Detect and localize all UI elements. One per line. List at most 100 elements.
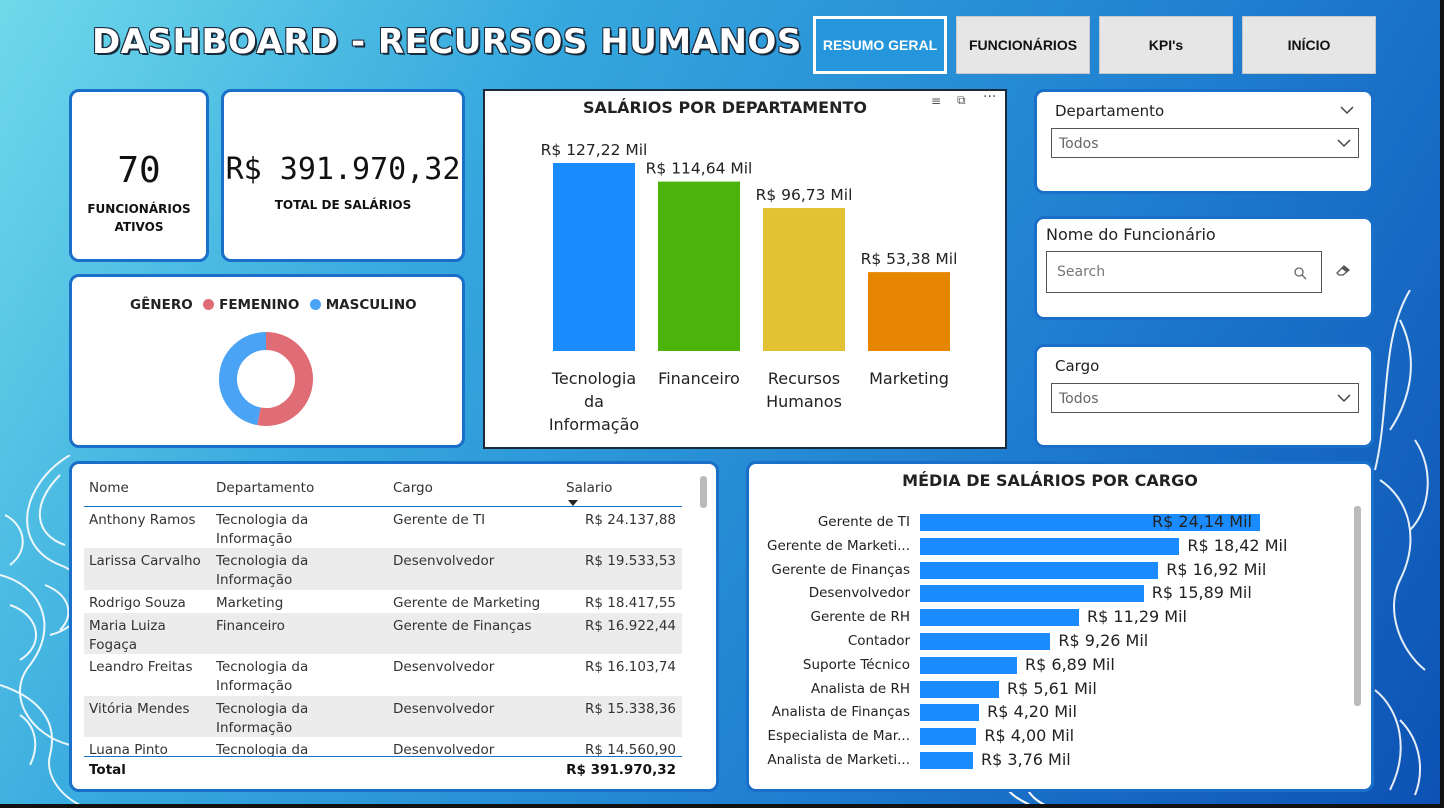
cell-cargo: Gerente de Marketing <box>393 595 541 611</box>
employees-table-card: Nome Departamento Cargo Salario Anthony … <box>69 461 719 792</box>
cell-departamento: Tecnologia da Informação <box>216 701 309 736</box>
table-row[interactable]: Vitória Mendes Tecnologia da Informação Des… <box>84 696 682 737</box>
dept-bar[interactable] <box>763 208 845 351</box>
dept-category-label: Humanos <box>766 392 842 411</box>
table-row[interactable]: Anthony Ramos Tecnologia da Informação Gere… <box>84 507 682 548</box>
cargo-bar[interactable] <box>920 728 977 746</box>
cargo-bar-value-label: R$ 4,00 Mil <box>984 726 1075 746</box>
departamento-slicer: Departamento Todos <box>1034 89 1374 194</box>
nav-resumo-geral-button[interactable]: RESUMO GERAL <box>813 16 947 74</box>
cargo-bar-value-label: R$ 16,92 Mil <box>1166 559 1267 579</box>
col-header-cargo[interactable]: Cargo <box>393 479 433 498</box>
departamento-dropdown-value: Todos <box>1059 136 1099 152</box>
dept-bar-value-label: R$ 127,22 Mil <box>541 141 648 159</box>
table-scrollbar[interactable] <box>700 476 707 508</box>
dept-category-label: Recursos <box>768 369 840 388</box>
cell-nome: Anthony Ramos <box>89 512 196 528</box>
cargo-bar[interactable] <box>920 752 973 769</box>
cargo-category-label: Gerente de TI <box>817 514 910 530</box>
cell-nome: Larissa Carvalho <box>89 553 201 569</box>
kpi-card-salarios: R$ 391.970,32 TOTAL DE SALÁRIOS <box>221 89 465 262</box>
cargo-category-label: Especialista de Mar... <box>767 728 910 745</box>
dashboard-canvas: DASHBOARD - RECURSOS HUMANOS RESUMO GERA… <box>0 0 1440 804</box>
cargo-category-label: Analista de Marketi... <box>767 752 910 768</box>
table-header-row: Nome Departamento Cargo Salario <box>84 474 682 507</box>
cell-departamento: Tecnologia da Informação <box>216 553 309 588</box>
total-value: R$ 391.970,32 <box>566 762 676 778</box>
gender-legend: GÊNERO FEMENINO MASCULINO <box>130 297 417 313</box>
nav-inicio-button[interactable]: INÍCIO <box>1242 16 1376 74</box>
table-row[interactable]: Maria Luiza Fogaça Financeiro Gerente de Fi… <box>84 613 682 654</box>
cargo-category-label: Contador <box>847 633 910 649</box>
departamento-dropdown[interactable]: Todos <box>1051 128 1359 158</box>
cell-salario: R$ 16.103,74 <box>585 659 676 675</box>
cargo-bar-value-label: R$ 11,29 Mil <box>1087 607 1187 627</box>
cargo-bar[interactable] <box>920 704 980 722</box>
gender-donut[interactable] <box>216 329 316 429</box>
table-row[interactable]: Leandro Freitas Tecnologia da Informação De… <box>84 654 682 696</box>
cargo-bar[interactable] <box>920 680 999 698</box>
cell-nome: Leandro Freitas <box>89 659 193 675</box>
nav-kpis-button[interactable]: KPI's <box>1099 16 1233 74</box>
dept-category-label: Informação <box>549 415 639 434</box>
cell-cargo: Desenvolvedor <box>393 659 495 675</box>
nome-funcionario-label: Nome do Funcionário <box>1046 225 1216 244</box>
cell-departamento: Financeiro <box>216 618 285 634</box>
cargo-category-label: Desenvolvedor <box>808 585 910 602</box>
cargo-slicer: Cargo Todos <box>1034 344 1374 448</box>
search-icon <box>1294 267 1307 280</box>
cell-salario: R$ 16.922,44 <box>585 618 676 634</box>
dept-bar[interactable] <box>658 181 740 351</box>
cell-departamento: Marketing <box>216 595 284 611</box>
cargo-dropdown[interactable]: Todos <box>1051 383 1359 413</box>
cargo-bar[interactable] <box>920 537 1180 555</box>
table-row[interactable]: Luana Pinto Tecnologia da Desenvolvedor R$ … <box>84 737 682 758</box>
frame-edge-right <box>1440 0 1444 808</box>
dept-category-label: Marketing <box>869 369 949 388</box>
departamento-slicer-label: Departamento <box>1055 102 1165 120</box>
dept-bar[interactable] <box>868 272 950 351</box>
legend-dot-masculino <box>310 299 322 310</box>
cell-salario: R$ 19.533,53 <box>585 553 676 569</box>
donut-slice-femenino[interactable] <box>257 332 313 426</box>
dept-bar[interactable] <box>553 163 635 351</box>
col-header-nome[interactable]: Nome <box>89 479 129 498</box>
chevron-down-icon <box>1337 394 1351 403</box>
cargo-bar-value-label: R$ 15,89 Mil <box>1151 583 1252 603</box>
dept-bar-value-label: R$ 96,73 Mil <box>756 186 853 204</box>
dept-category-label: Tecnologia <box>551 369 636 388</box>
table-row[interactable]: Rodrigo Souza Marketing Gerente de Marketi… <box>84 590 682 613</box>
cargo-bar[interactable] <box>920 561 1159 579</box>
nav-funcionarios-button[interactable]: FUNCIONÁRIOS <box>956 16 1090 74</box>
col-header-salario[interactable]: Salario <box>566 479 612 498</box>
cargo-bar[interactable] <box>920 656 1018 674</box>
search-placeholder: Search <box>1057 264 1106 280</box>
kpi-funcionarios-label: FUNCIONÁRIOS ATIVOS <box>87 202 191 234</box>
cargo-bar-value-label: R$ 5,61 Mil <box>1007 678 1097 698</box>
cargo-chart-scrollbar[interactable] <box>1354 506 1361 706</box>
dept-category-label: da <box>584 392 604 411</box>
cell-nome: Rodrigo Souza <box>89 595 186 611</box>
floral-decoration-right <box>1374 290 1429 796</box>
cargo-bar-value-label: R$ 18,42 Mil <box>1187 535 1288 555</box>
cell-cargo: Desenvolvedor <box>393 701 495 717</box>
cargo-dropdown-value: Todos <box>1059 391 1099 407</box>
kpi-salarios-label: TOTAL DE SALÁRIOS <box>274 198 412 212</box>
cargo-bar-value-label: R$ 24,14 Mil <box>1152 512 1252 531</box>
chevron-down-icon <box>1337 139 1351 148</box>
cargo-category-label: Suporte Técnico <box>802 656 910 673</box>
search-input[interactable]: Search <box>1046 251 1322 293</box>
dept-category-label: Financeiro <box>658 369 740 388</box>
cargo-bar[interactable] <box>920 633 1051 650</box>
cell-salario: R$ 15.338,36 <box>585 701 676 717</box>
col-header-departamento[interactable]: Departamento <box>216 479 314 498</box>
eraser-icon[interactable] <box>1334 263 1352 277</box>
page-title: DASHBOARD - RECURSOS HUMANOS <box>92 22 802 62</box>
cell-nome: Vitória Mendes <box>89 701 190 717</box>
cargo-bar[interactable] <box>920 585 1144 603</box>
table-row[interactable]: Larissa Carvalho Tecnologia da Informação D… <box>84 548 682 590</box>
donut-slice-masculino[interactable] <box>219 332 267 426</box>
cargo-bar[interactable] <box>920 609 1079 627</box>
chevron-down-icon[interactable] <box>1339 102 1355 118</box>
cell-salario: R$ 18.417,55 <box>585 595 676 611</box>
